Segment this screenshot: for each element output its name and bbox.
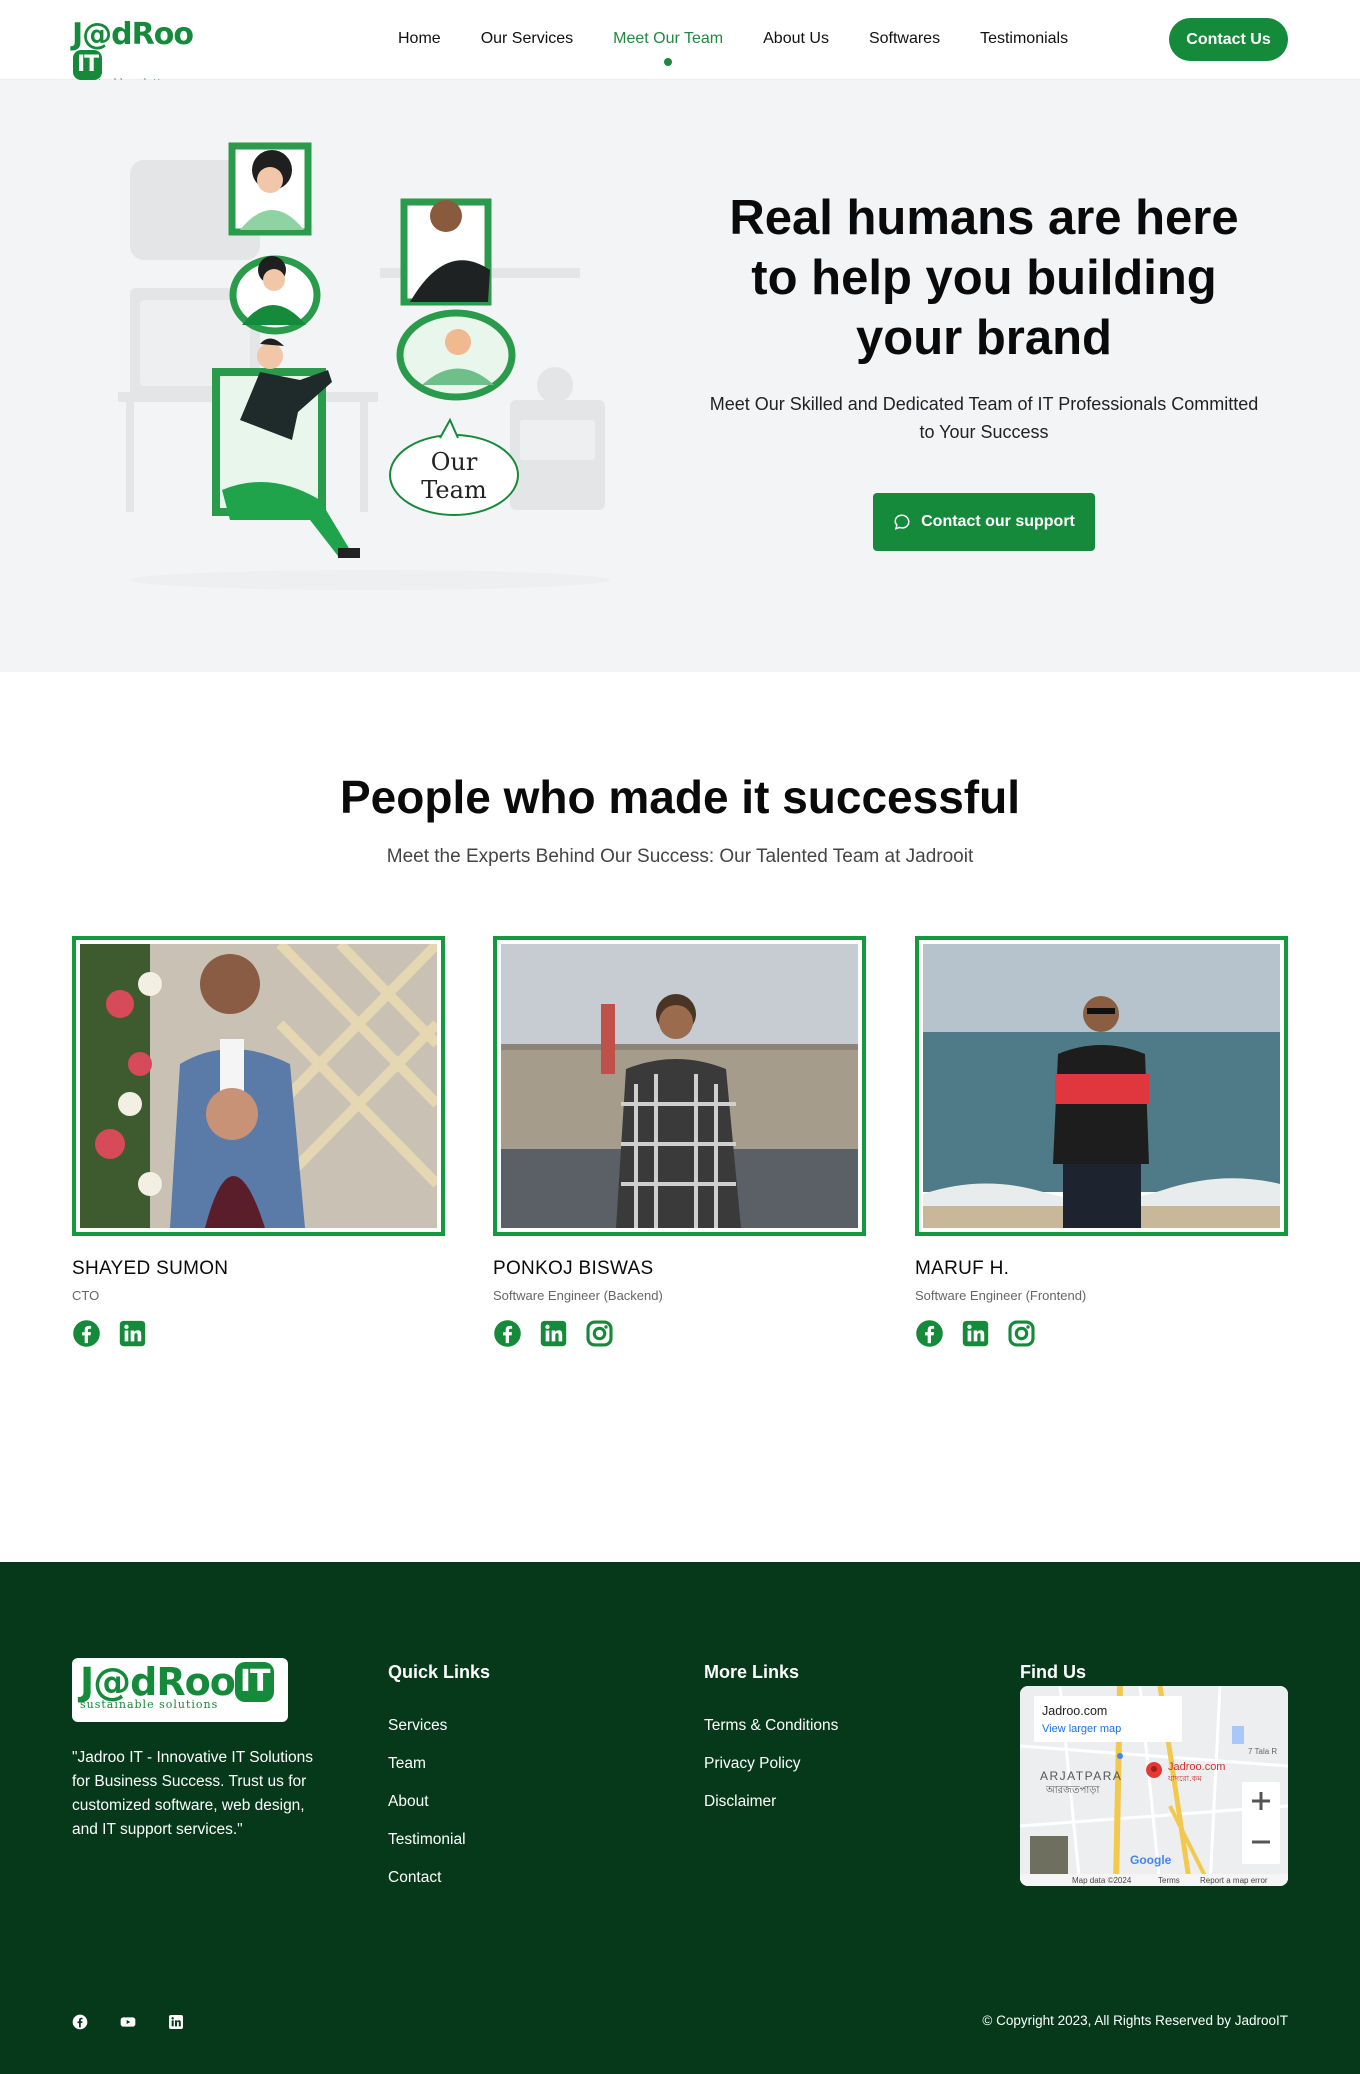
hero-title-line: your brand (856, 311, 1112, 365)
map-canvas[interactable]: Jadroo.com যাদরো.কম ARJATPARA আরজতপাড়া … (1020, 1686, 1288, 1886)
footer-link-contact[interactable]: Contact (388, 1869, 490, 1887)
art-badge-line2: Team (421, 476, 487, 504)
contact-support-button[interactable]: Contact our support (873, 493, 1095, 551)
map-road-label: 7 Tala R (1248, 1747, 1277, 1756)
map-google-logo: Google (1130, 1853, 1172, 1867)
hero-title-line: to help you building (751, 251, 1217, 305)
brand-logo[interactable]: J@dRooIT sustainable solutions (72, 17, 212, 88)
member-photo (915, 936, 1288, 1236)
contact-support-label: Contact our support (921, 513, 1075, 530)
view-larger-map-link[interactable]: View larger map (1042, 1723, 1121, 1735)
member-name: MARUF H. (915, 1258, 1010, 1279)
quick-links-column: Quick Links Services Team About Testimon… (388, 1662, 490, 1907)
site-footer: J@dRoo IT sustainable solutions "Jadroo I… (0, 1562, 1360, 2074)
hero-section: Our Team Real humans are here to help yo… (0, 80, 1360, 672)
footer-socials (72, 2014, 184, 2030)
member-role: Software Engineer (Frontend) (915, 1288, 1087, 1303)
nav-testimonials[interactable]: Testimonials (980, 30, 1068, 48)
member-photo (493, 936, 866, 1236)
hero-title: Real humans are here to help you buildin… (700, 188, 1268, 368)
linkedin-icon[interactable] (961, 1319, 990, 1348)
team-illustration: Our Team (118, 142, 610, 590)
facebook-icon[interactable] (915, 1319, 944, 1348)
member-photo (72, 936, 445, 1236)
map-attribution: Map data ©2024 (1072, 1876, 1132, 1885)
hero-subtitle: Meet Our Skilled and Dedicated Team of I… (709, 394, 1259, 442)
footer-logo[interactable]: J@dRoo IT sustainable solutions (72, 1658, 288, 1722)
more-links-title: More Links (704, 1662, 800, 1682)
footer-link-team[interactable]: Team (388, 1755, 490, 1773)
footer-link-about[interactable]: About (388, 1793, 490, 1811)
linkedin-icon[interactable] (539, 1319, 568, 1348)
map-terms-link[interactable]: Terms (1158, 1876, 1180, 1885)
member-photo-image (501, 944, 858, 1228)
map-report-error-link[interactable]: Report a map error (1200, 1876, 1268, 1885)
linkedin-icon[interactable] (118, 1319, 147, 1348)
footer-link-privacy[interactable]: Privacy Policy (704, 1755, 838, 1773)
team-member-card: SHAYED SUMON CTO (72, 936, 445, 1348)
youtube-icon[interactable] (120, 2014, 136, 2030)
footer-description: "Jadroo IT - Innovative IT Solutions for… (72, 1749, 313, 1838)
hero-title-line: Real humans are here (729, 191, 1239, 245)
art-badge-line1: Our (431, 448, 478, 476)
logo-it-badge: IT (234, 1662, 275, 1702)
find-us-title: Find Us (1020, 1662, 1086, 1682)
member-photo-image (923, 944, 1280, 1228)
map-area-label: ARJATPARA (1040, 1769, 1122, 1783)
member-socials (493, 1319, 866, 1348)
nav-home[interactable]: Home (398, 30, 441, 48)
logo-it-badge: IT (73, 50, 103, 80)
embedded-map[interactable]: Jadroo.com যাদরো.কম ARJATPARA আরজতপাড়া … (1020, 1686, 1288, 1886)
nav-about-us[interactable]: About Us (763, 30, 829, 48)
footer-link-terms[interactable]: Terms & Conditions (704, 1717, 838, 1735)
footer-link-disclaimer[interactable]: Disclaimer (704, 1793, 838, 1811)
footer-link-services[interactable]: Services (388, 1717, 490, 1735)
nav-meet-our-team[interactable]: Meet Our Team (613, 30, 723, 66)
contact-us-button[interactable]: Contact Us (1169, 18, 1288, 61)
team-section-subtitle: Meet the Experts Behind Our Success: Our… (386, 846, 974, 867)
map-place-name: Jadroo.com (1042, 1704, 1107, 1718)
instagram-icon[interactable] (585, 1319, 614, 1348)
quick-links-title: Quick Links (388, 1662, 491, 1682)
main-menu: Home Our Services Meet Our Team About Us… (398, 30, 1068, 66)
team-member-card: PONKOJ BISWAS Software Engineer (Backend… (493, 936, 866, 1348)
member-socials (915, 1319, 1288, 1348)
team-section-title: People who made it successful (340, 771, 1020, 823)
map-info-card (1034, 1696, 1182, 1742)
nav-our-services[interactable]: Our Services (481, 30, 573, 48)
map-pin-label: Jadroo.com (1168, 1761, 1225, 1773)
more-links-column: More Links Terms & Conditions Privacy Po… (704, 1662, 838, 1831)
map-area-label-local: আরজতপাড়া (1045, 1785, 1100, 1796)
facebook-icon[interactable] (493, 1319, 522, 1348)
member-name: PONKOJ BISWAS (493, 1258, 654, 1279)
member-role: Software Engineer (Backend) (493, 1288, 663, 1303)
top-navbar: J@dRooIT sustainable solutions Home Our … (0, 0, 1360, 88)
copyright-text: © Copyright 2023, All Rights Reserved by… (982, 2013, 1288, 2028)
chat-bubble-icon (894, 514, 910, 530)
facebook-icon[interactable] (72, 2014, 88, 2030)
nav-softwares[interactable]: Softwares (869, 30, 940, 48)
member-photo-image (80, 944, 437, 1228)
member-name: SHAYED SUMON (72, 1258, 229, 1279)
team-member-card: MARUF H. Software Engineer (Frontend) (915, 936, 1288, 1348)
member-role: CTO (72, 1288, 100, 1303)
footer-link-testimonial[interactable]: Testimonial (388, 1831, 490, 1849)
logo-wordmark: J@dRoo (72, 17, 194, 52)
member-socials (72, 1319, 445, 1348)
facebook-icon[interactable] (72, 1319, 101, 1348)
instagram-icon[interactable] (1007, 1319, 1036, 1348)
map-pin-label-local: যাদরো.কম (1167, 1774, 1202, 1783)
linkedin-icon[interactable] (168, 2014, 184, 2030)
